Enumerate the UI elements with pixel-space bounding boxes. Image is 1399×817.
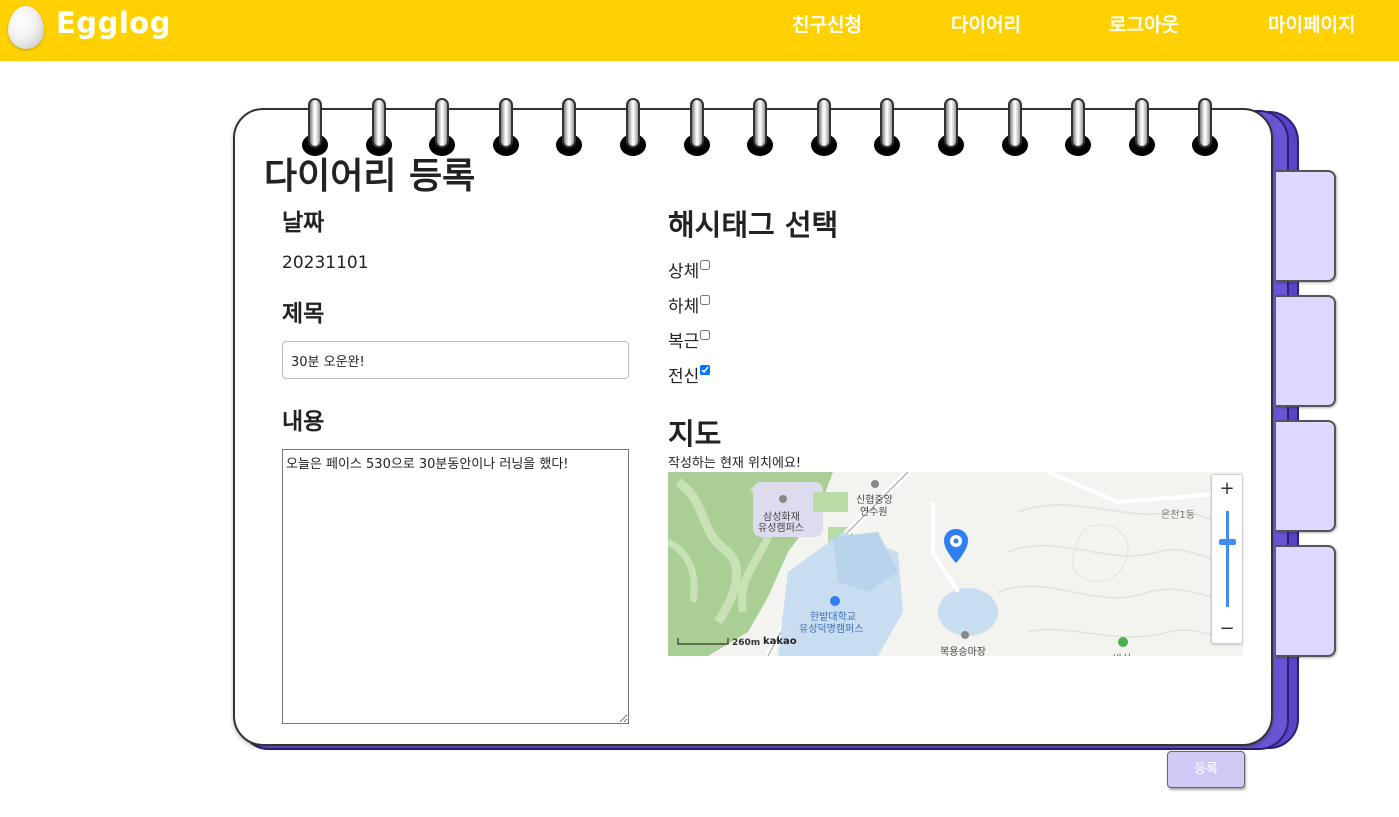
spiral-ring xyxy=(371,98,386,148)
kakao-logo: kakao xyxy=(763,636,797,647)
spiral-ring xyxy=(816,98,831,148)
map-caption: 작성하는 현재 위치에요! xyxy=(668,456,802,471)
page-title: 다이어리 등록 xyxy=(264,156,476,197)
tag-option-lower-body[interactable]: 하체 xyxy=(668,292,711,317)
tag-label: 전신 xyxy=(668,367,700,387)
notebook-tab xyxy=(1276,295,1336,407)
spiral-ring xyxy=(689,98,704,148)
date-value: 20231101 xyxy=(282,253,369,273)
map-label-oncheon: 온천1동 xyxy=(1161,510,1195,521)
spiral-ring xyxy=(880,98,895,148)
spiral-ring xyxy=(753,98,768,148)
nav-logout[interactable]: 로그아웃 xyxy=(1109,10,1179,37)
tag-option-full-body[interactable]: 전신 xyxy=(668,362,711,387)
map-label-horse-riding: 복용승마장 xyxy=(940,647,986,656)
zoom-in-button[interactable]: + xyxy=(1212,475,1242,503)
tag-option-abs[interactable]: 복근 xyxy=(668,327,711,352)
map-label: 지도 xyxy=(668,417,722,451)
tag-label: 복근 xyxy=(668,332,700,352)
title-label: 제목 xyxy=(282,301,325,327)
tag-checkbox-full-body[interactable] xyxy=(700,365,711,375)
tag-checkbox-upper-body[interactable] xyxy=(700,260,711,270)
spiral-ring xyxy=(944,98,958,148)
content-label: 내용 xyxy=(282,409,325,435)
nav-diary[interactable]: 다이어리 xyxy=(951,10,1021,37)
content-textarea[interactable] xyxy=(282,449,629,724)
nav-friend-request[interactable]: 친구신청 xyxy=(792,10,862,37)
spiral-ring xyxy=(1007,98,1022,148)
spiral-ring xyxy=(1198,98,1213,148)
tag-checkbox-lower-body[interactable] xyxy=(700,295,711,305)
map-tiles xyxy=(668,472,1243,656)
location-marker-icon[interactable] xyxy=(943,528,969,564)
notebook-tab xyxy=(1276,545,1336,657)
spiral-ring xyxy=(435,98,450,148)
nav-mypage[interactable]: 마이페이지 xyxy=(1268,10,1355,37)
notebook-tab xyxy=(1276,170,1336,282)
spiral-ring xyxy=(562,98,577,148)
spiral-ring xyxy=(1071,98,1086,148)
map-label-yeonsuwon: 연수원 xyxy=(860,507,888,518)
hashtag-label: 해시태그 선택 xyxy=(668,208,839,242)
location-map[interactable]: 신협중앙 연수원 삼성화재 유성캠퍼스 한밭대학교 유성덕명캠퍼스 온천1동 복… xyxy=(668,472,1243,656)
map-zoom-control: + − xyxy=(1211,474,1243,644)
notebook-tab xyxy=(1276,420,1336,532)
spiral-ring xyxy=(308,98,322,148)
tag-label: 하체 xyxy=(668,297,700,317)
top-navbar: Egglog 친구신청 다이어리 로그아웃 마이페이지 xyxy=(0,0,1399,61)
spiral-ring xyxy=(626,98,640,148)
logo-text[interactable]: Egglog xyxy=(56,6,171,40)
map-scale-label: 260m xyxy=(732,638,761,648)
spiral-ring xyxy=(1134,98,1149,148)
spiral-ring xyxy=(498,98,513,148)
map-label-yuseong-campus: 유성캠퍼스 xyxy=(758,523,804,534)
map-label-deokmyeong: 유성덕명캠퍼스 xyxy=(799,624,864,635)
date-label: 날짜 xyxy=(282,210,325,236)
zoom-slider-handle[interactable] xyxy=(1219,539,1236,545)
egg-logo-icon[interactable] xyxy=(8,6,44,49)
zoom-out-button[interactable]: − xyxy=(1212,615,1242,643)
tag-option-upper-body[interactable]: 상체 xyxy=(668,257,711,282)
map-label-basan: 바산 xyxy=(1113,650,1131,656)
title-input[interactable] xyxy=(282,341,629,379)
tag-checkbox-abs[interactable] xyxy=(700,330,711,340)
submit-button[interactable]: 등록 xyxy=(1167,751,1245,788)
tag-label: 상체 xyxy=(668,262,700,282)
zoom-slider-track[interactable] xyxy=(1226,511,1229,607)
